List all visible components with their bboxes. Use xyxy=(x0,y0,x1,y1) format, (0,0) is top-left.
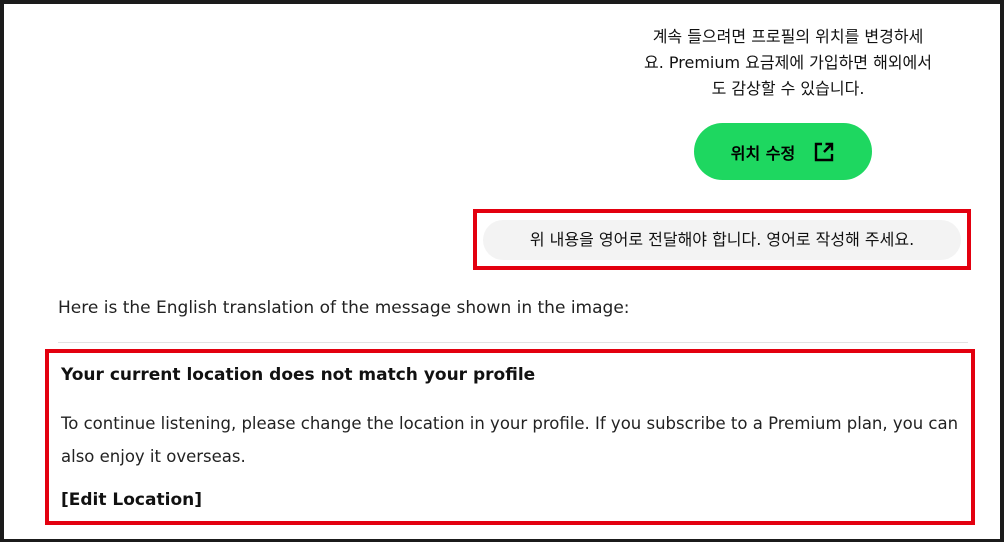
translation-body: To continue listening, please change the… xyxy=(61,414,959,466)
external-link-icon xyxy=(813,141,835,163)
translation-highlight: Your current location does not match you… xyxy=(45,349,975,525)
translation-title: Your current location does not match you… xyxy=(61,365,536,385)
user-message-bubble: 위 내용을 영어로 전달해야 합니다. 영어로 작성해 주세요. xyxy=(483,220,961,260)
location-message-text: 계속 들으려면 프로필의 위치를 변경하세 요. Premium 요금제에 가입… xyxy=(644,27,932,98)
chat-window: 계속 들으려면 프로필의 위치를 변경하세 요. Premium 요금제에 가입… xyxy=(4,4,1000,539)
user-message-highlight: 위 내용을 영어로 전달해야 합니다. 영어로 작성해 주세요. xyxy=(473,209,971,270)
edit-location-button[interactable]: 위치 수정 xyxy=(694,123,872,180)
translation-edit-location: [Edit Location] xyxy=(61,490,202,510)
edit-location-label: 위치 수정 xyxy=(730,143,796,163)
reply-divider xyxy=(58,342,968,343)
reply-intro: Here is the English translation of the m… xyxy=(58,298,630,318)
